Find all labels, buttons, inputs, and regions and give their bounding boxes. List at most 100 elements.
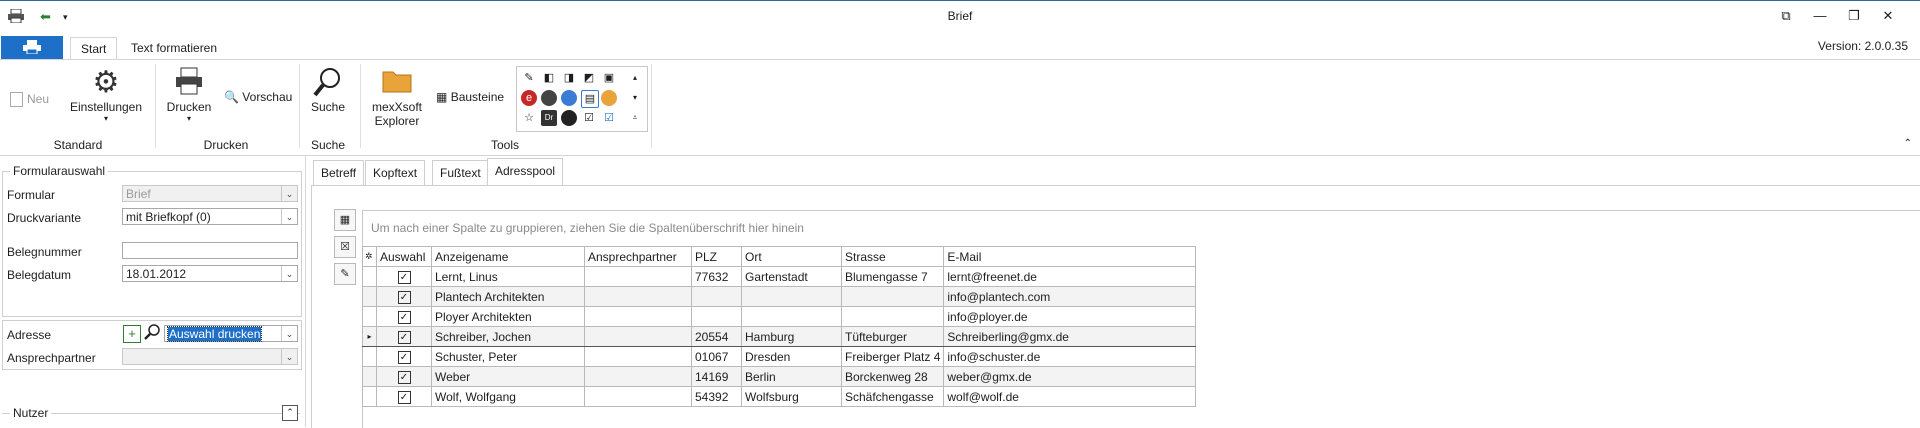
table-row[interactable]: ✓ Plantech Architekten info@plantech.com bbox=[362, 286, 1197, 307]
row-header-corner[interactable]: ✲ bbox=[362, 246, 377, 267]
adresse-select[interactable]: Auswahl drucken ⌄ bbox=[164, 325, 298, 342]
tool-icon[interactable]: e bbox=[521, 90, 537, 106]
auswahl-checkbox[interactable]: ✓ bbox=[397, 371, 411, 384]
chevron-down-icon[interactable]: ⌄ bbox=[281, 266, 297, 281]
ort-cell[interactable] bbox=[741, 286, 842, 307]
row-indicator[interactable] bbox=[362, 346, 377, 367]
row-indicator[interactable] bbox=[362, 306, 377, 327]
anzeigename-cell[interactable]: Lernt, Linus bbox=[431, 266, 585, 287]
strasse-cell[interactable]: Blumengasse 7 bbox=[840, 266, 945, 287]
tool-icon[interactable]: Dr bbox=[541, 110, 557, 126]
tool-icon[interactable] bbox=[561, 110, 577, 126]
auswahl-cell[interactable]: ✓ bbox=[376, 266, 432, 287]
plz-cell[interactable] bbox=[691, 286, 742, 307]
edit-list-icon[interactable]: ✎ bbox=[334, 263, 356, 285]
anzeigename-cell[interactable]: Weber bbox=[431, 366, 585, 387]
tool-icon[interactable] bbox=[561, 90, 577, 106]
strasse-cell[interactable]: Schäfchengasse bbox=[840, 386, 945, 407]
auswahl-cell[interactable]: ✓ bbox=[376, 306, 432, 327]
tool-icon[interactable] bbox=[541, 90, 557, 106]
gallery-expand-icon[interactable]: ⩡ bbox=[627, 110, 643, 126]
plz-cell[interactable]: 14169 bbox=[691, 366, 742, 387]
drucken-button[interactable]: Drucken ▾ bbox=[164, 66, 214, 123]
tab-kopftext[interactable]: Kopftext bbox=[365, 160, 426, 186]
neu-button[interactable]: Neu bbox=[10, 92, 49, 108]
current-row-arrow-icon[interactable]: ▸ bbox=[362, 326, 377, 347]
add-address-icon[interactable]: + bbox=[123, 325, 141, 343]
plz-cell[interactable] bbox=[691, 306, 742, 327]
column-header-anzeigename[interactable]: Anzeigename bbox=[431, 246, 585, 267]
row-indicator[interactable] bbox=[362, 386, 377, 407]
bausteine-button[interactable]: ▦ Bausteine bbox=[436, 90, 504, 104]
tool-icon[interactable]: ◧ bbox=[541, 70, 557, 86]
auswahl-checkbox[interactable]: ✓ bbox=[397, 271, 411, 284]
grid-layout-icon[interactable]: ▦ bbox=[334, 209, 356, 231]
search-address-icon[interactable] bbox=[143, 323, 161, 341]
auswahl-checkbox[interactable]: ✓ bbox=[397, 391, 411, 404]
ansprechpartner-cell[interactable] bbox=[584, 306, 692, 327]
belegnummer-field[interactable] bbox=[122, 242, 298, 259]
anzeigename-cell[interactable]: Schreiber, Jochen bbox=[431, 326, 585, 347]
ansprechpartner-cell[interactable] bbox=[584, 266, 692, 287]
tab-adresspool[interactable]: Adresspool bbox=[487, 158, 564, 186]
email-cell[interactable]: info@ployer.de bbox=[943, 306, 1197, 327]
druckvariante-select[interactable]: mit Briefkopf (0) ⌄ bbox=[122, 208, 298, 225]
table-row[interactable]: ✓ Lernt, Linus 77632 Gartenstadt Blumeng… bbox=[362, 266, 1197, 287]
strasse-cell[interactable]: Tüfteburger bbox=[840, 326, 945, 347]
belegdatum-field[interactable]: 18.01.2012 ⌄ bbox=[122, 265, 298, 282]
column-header-plz[interactable]: PLZ bbox=[691, 246, 742, 267]
tool-icon[interactable]: ◨ bbox=[561, 70, 577, 86]
table-row-selected[interactable]: ▸ ✓ Schreiber, Jochen 20554 Hamburg Tüft… bbox=[362, 326, 1197, 347]
anzeigename-cell[interactable]: Ployer Architekten bbox=[431, 306, 585, 327]
gallery-scroll-up-icon[interactable]: ▴ bbox=[627, 70, 643, 86]
mexxsoft-explorer-button[interactable]: mexXsoft Explorer bbox=[370, 66, 424, 128]
anzeigename-cell[interactable]: Plantech Architekten bbox=[431, 286, 585, 307]
gallery-scroll-down-icon[interactable]: ▾ bbox=[627, 90, 643, 106]
tool-icon[interactable]: ✎ bbox=[521, 70, 537, 86]
ort-cell[interactable] bbox=[741, 306, 842, 327]
star-icon[interactable]: ☆ bbox=[521, 110, 537, 126]
auswahl-checkbox[interactable]: ✓ bbox=[397, 351, 411, 364]
vorschau-button[interactable]: 🔍 Vorschau bbox=[224, 90, 292, 104]
ort-cell[interactable]: Wolfsburg bbox=[741, 386, 842, 407]
email-cell[interactable]: weber@gmx.de bbox=[943, 366, 1197, 387]
auswahl-cell[interactable]: ✓ bbox=[376, 286, 432, 307]
minimize-button[interactable]: — bbox=[1802, 2, 1838, 30]
row-indicator[interactable] bbox=[362, 266, 377, 287]
ort-cell[interactable]: Berlin bbox=[741, 366, 842, 387]
column-header-auswahl[interactable]: Auswahl bbox=[376, 246, 432, 267]
ort-cell[interactable]: Dresden bbox=[741, 346, 842, 367]
auswahl-cell[interactable]: ✓ bbox=[376, 366, 432, 387]
maximize-button[interactable]: ❐ bbox=[1836, 2, 1872, 30]
tool-icon[interactable]: ◩ bbox=[581, 70, 597, 86]
auswahl-cell[interactable]: ✓ bbox=[376, 326, 432, 347]
restore-layout-icon[interactable]: ⧉ bbox=[1768, 2, 1804, 30]
auswahl-checkbox[interactable]: ✓ bbox=[397, 291, 411, 304]
column-header-strasse[interactable]: Strasse bbox=[840, 246, 945, 267]
row-indicator[interactable] bbox=[362, 366, 377, 387]
column-header-ort[interactable]: Ort bbox=[741, 246, 842, 267]
strasse-cell[interactable] bbox=[840, 286, 945, 307]
table-row[interactable]: ✓ Ployer Architekten info@ployer.de bbox=[362, 306, 1197, 327]
ansprechpartner-cell[interactable] bbox=[584, 326, 692, 347]
collapse-nutzer-icon[interactable]: ⌃ bbox=[282, 405, 298, 421]
auswahl-checkbox[interactable]: ✓ bbox=[397, 311, 411, 324]
plz-cell[interactable]: 20554 bbox=[691, 326, 742, 347]
strasse-cell[interactable]: Borckenweg 28 bbox=[840, 366, 945, 387]
tool-icon[interactable]: ☑ bbox=[601, 110, 617, 126]
anzeigename-cell[interactable]: Schuster, Peter bbox=[431, 346, 585, 367]
ort-cell[interactable]: Hamburg bbox=[741, 326, 842, 347]
tab-text-formatieren[interactable]: Text formatieren bbox=[121, 37, 227, 59]
column-header-ansprechpartner[interactable]: Ansprechpartner bbox=[584, 246, 692, 267]
row-indicator[interactable] bbox=[362, 286, 377, 307]
collapse-ribbon-icon[interactable]: ⌃ bbox=[1904, 138, 1912, 149]
strasse-cell[interactable]: Freiberger Platz 4 bbox=[840, 346, 945, 367]
einstellungen-button[interactable]: ⚙ Einstellungen ▾ bbox=[66, 66, 146, 123]
tool-icon[interactable] bbox=[601, 90, 617, 106]
tool-icon[interactable]: ☑ bbox=[581, 110, 597, 126]
ansprechpartner-cell[interactable] bbox=[584, 386, 692, 407]
plz-cell[interactable]: 01067 bbox=[691, 346, 742, 367]
email-cell[interactable]: Schreiberling@gmx.de bbox=[943, 326, 1197, 347]
chevron-down-icon[interactable]: ⌄ bbox=[281, 326, 297, 341]
tab-start[interactable]: Start bbox=[70, 37, 118, 60]
